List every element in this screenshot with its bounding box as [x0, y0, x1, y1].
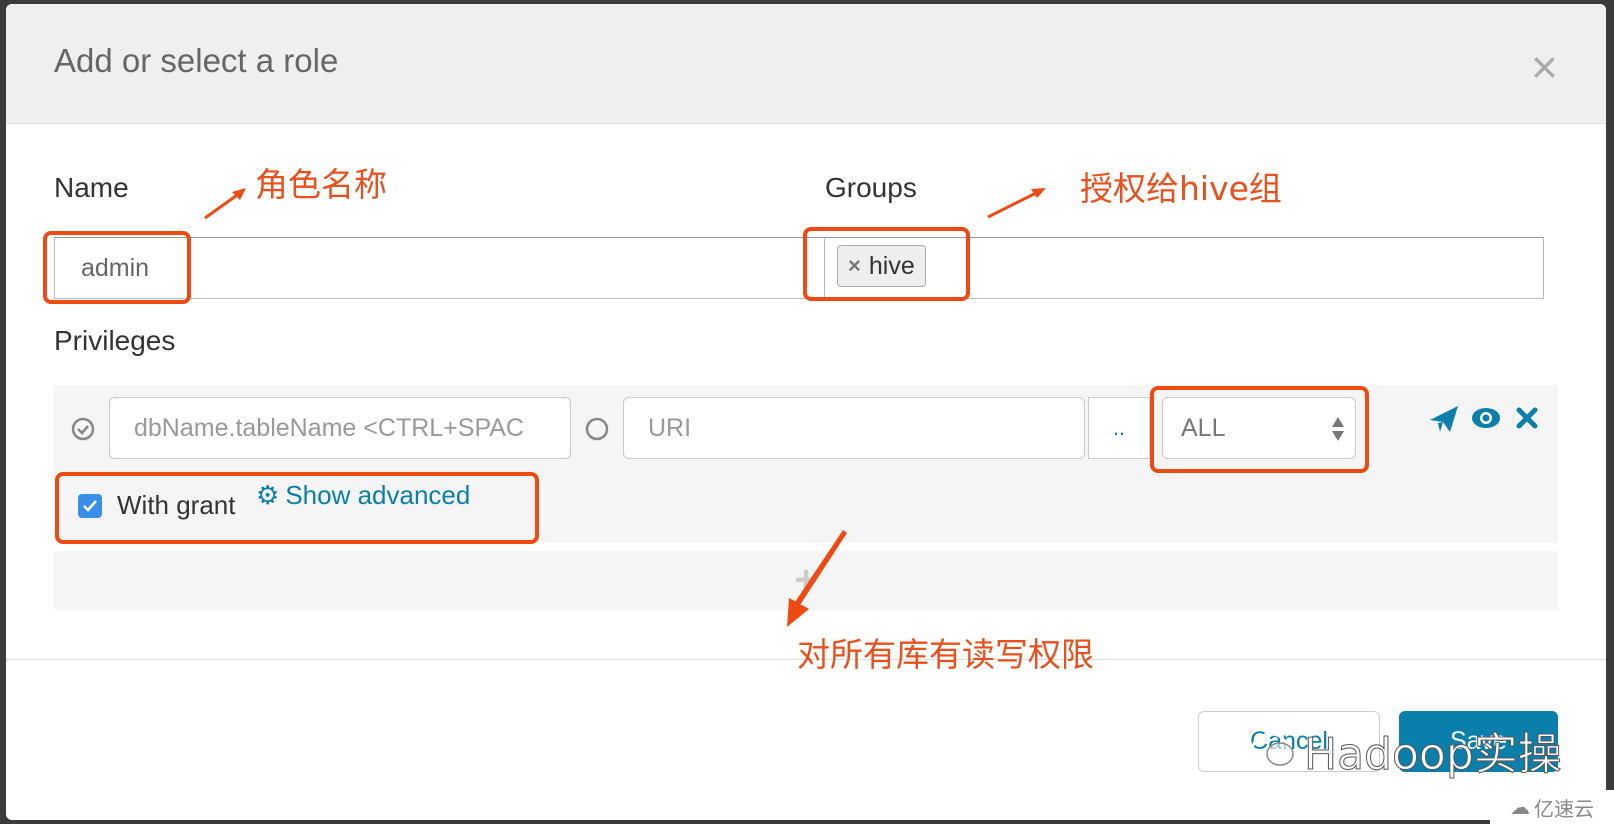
wechat-icon: [1251, 732, 1294, 766]
wechat-watermark: Hadoop实操: [1250, 718, 1562, 782]
annotation-name-note: 角色名称: [255, 165, 387, 204]
site-watermark: ☁ 亿速云: [1490, 790, 1614, 824]
site-watermark-text: 亿速云: [1534, 796, 1594, 821]
annotation-privilege-note: 对所有库有读写权限: [797, 635, 1094, 674]
arrow-icon: [204, 188, 246, 220]
wechat-watermark-text: Hadoop实操: [1304, 729, 1563, 781]
annotation-groups-note: 授权给hive组: [1080, 169, 1282, 208]
arrow-icon: [787, 530, 847, 627]
arrow-icon: [987, 188, 1046, 219]
cloud-logo-icon: ☁: [1510, 795, 1530, 819]
annotation-arrows: [204, 188, 1046, 627]
